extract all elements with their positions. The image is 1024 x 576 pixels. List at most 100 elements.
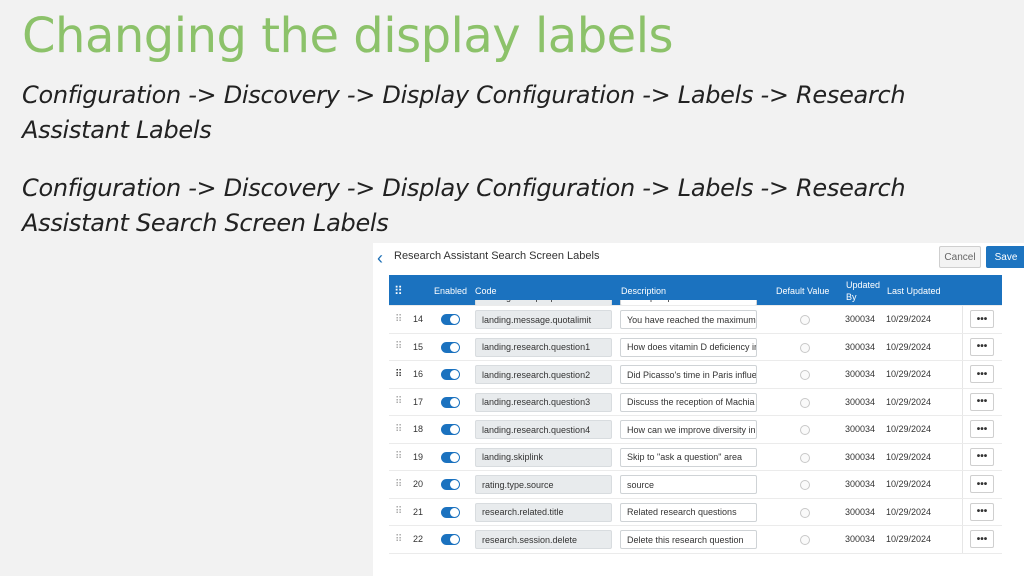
more-actions-button[interactable]: ••• bbox=[970, 365, 994, 383]
drag-handle-icon[interactable]: ⠿ bbox=[395, 444, 402, 471]
column-divider bbox=[962, 361, 963, 388]
last-updated: 10/29/2024 bbox=[886, 534, 932, 545]
updated-by: 300034 bbox=[845, 534, 876, 545]
enabled-toggle[interactable] bbox=[441, 479, 460, 490]
row-number: 16 bbox=[413, 369, 424, 380]
description-input[interactable]: Did Picasso's time in Paris influe bbox=[620, 365, 757, 384]
drag-handle-icon[interactable]: ⠿ bbox=[395, 361, 402, 388]
table-row: ⠿ 17 landing.research.question3 Discuss the… bbox=[389, 388, 1002, 416]
enabled-toggle[interactable] bbox=[441, 451, 460, 463]
last-updated: 10/29/2024 bbox=[886, 451, 932, 462]
row-number: 18 bbox=[413, 424, 424, 435]
last-updated: 10/29/2024 bbox=[886, 341, 932, 352]
more-actions-button[interactable]: ••• bbox=[970, 530, 994, 548]
description-input[interactable]: source bbox=[620, 475, 757, 494]
column-divider bbox=[962, 306, 963, 333]
code-field: landing.research.question4 bbox=[475, 420, 612, 439]
default-value-radio[interactable] bbox=[800, 315, 810, 325]
code-field: landing.skiplink bbox=[475, 447, 612, 467]
description-input[interactable]: Discuss the reception of Machia bbox=[620, 392, 757, 412]
last-updated: 10/29/2024 bbox=[886, 479, 932, 490]
more-actions-button[interactable]: ••• bbox=[970, 310, 994, 328]
description-input[interactable]: How can we improve diversity in bbox=[620, 420, 757, 439]
drag-handle-icon[interactable]: ⠿ bbox=[395, 471, 402, 498]
code-field: landing.research.question1 bbox=[475, 337, 612, 357]
enabled-toggle[interactable] bbox=[441, 369, 460, 380]
column-divider bbox=[962, 333, 963, 360]
more-actions-button[interactable]: ••• bbox=[970, 392, 994, 411]
more-actions-button[interactable]: ••• bbox=[970, 337, 994, 356]
table-row: ⠿ 14 landing.message.quotalimit You have re… bbox=[389, 306, 1002, 334]
row-number: 15 bbox=[413, 341, 424, 352]
last-updated: 10/29/2024 bbox=[886, 506, 932, 517]
column-divider bbox=[962, 416, 963, 443]
save-button[interactable]: Save bbox=[986, 246, 1024, 268]
header-updated-by-line1: Updated bbox=[846, 279, 881, 290]
description-input[interactable]: You have reached the maximum bbox=[620, 310, 757, 329]
enabled-toggle[interactable] bbox=[441, 424, 460, 435]
chevron-left-icon[interactable]: ‹ bbox=[377, 248, 391, 268]
description-input[interactable]: How does vitamin D deficiency in bbox=[620, 337, 757, 357]
default-value-radio[interactable] bbox=[800, 425, 810, 435]
table-row: ⠿ 18 landing.research.question4 How can we … bbox=[389, 416, 1002, 444]
last-updated: 10/29/2024 bbox=[886, 369, 932, 380]
description-input[interactable]: Skip to "ask a question" area bbox=[620, 447, 757, 467]
more-actions-button[interactable]: ••• bbox=[970, 420, 994, 438]
enabled-toggle[interactable] bbox=[441, 314, 460, 325]
enabled-toggle[interactable] bbox=[441, 506, 460, 518]
default-value-radio[interactable] bbox=[800, 507, 810, 518]
table-row: ⠿ 16 landing.research.question2 Did Picasso… bbox=[389, 361, 1002, 389]
code-field: research.related.title bbox=[475, 502, 612, 522]
default-value-radio[interactable] bbox=[800, 342, 810, 353]
description-input[interactable]: Delete this research question bbox=[620, 530, 757, 549]
last-updated: 10/29/2024 bbox=[886, 424, 932, 435]
updated-by: 300034 bbox=[845, 451, 876, 462]
drag-handle-icon[interactable]: ⠿ bbox=[395, 389, 402, 416]
drag-handle-icon[interactable]: ⠿ bbox=[395, 334, 402, 361]
code-field: landing.research.question2 bbox=[475, 365, 612, 384]
table-row: ⠿ 21 research.related.title Related researc… bbox=[389, 498, 1002, 526]
row-number: 19 bbox=[413, 451, 424, 462]
column-divider bbox=[962, 498, 963, 525]
more-actions-button[interactable]: ••• bbox=[970, 502, 994, 521]
description-input[interactable]: Related research questions bbox=[620, 502, 757, 522]
more-actions-button[interactable]: ••• bbox=[970, 447, 994, 466]
last-updated: 10/29/2024 bbox=[886, 396, 932, 407]
default-value-radio[interactable] bbox=[800, 535, 810, 545]
cancel-button[interactable]: Cancel bbox=[939, 246, 981, 268]
enabled-toggle[interactable] bbox=[441, 396, 460, 408]
drag-handle-icon[interactable]: ⠿ bbox=[395, 416, 402, 443]
drag-handle-icon[interactable]: ⠿ bbox=[395, 306, 402, 333]
code-field: research.session.delete bbox=[475, 530, 612, 549]
updated-by: 300034 bbox=[845, 506, 876, 517]
updated-by: 300034 bbox=[845, 369, 876, 380]
updated-by: 300034 bbox=[845, 479, 876, 490]
default-value-radio[interactable] bbox=[800, 370, 810, 380]
table-row: ⠿ 15 landing.research.question1 How does vi… bbox=[389, 333, 1002, 361]
row-number: 17 bbox=[413, 396, 424, 407]
enabled-toggle[interactable] bbox=[441, 341, 460, 353]
row-number: 22 bbox=[413, 534, 424, 545]
updated-by: 300034 bbox=[845, 314, 876, 325]
table-row: ⠿ 19 landing.skiplink Skip to "ask a questi… bbox=[389, 443, 1002, 471]
labels-panel: ‹ Research Assistant Search Screen Label… bbox=[373, 243, 1024, 576]
table-row: ⠿ 22 research.session.delete Delete this re… bbox=[389, 526, 1002, 554]
code-field: landing.message.quotalimit bbox=[475, 310, 612, 329]
slide-title: Changing the display labels bbox=[22, 8, 674, 64]
more-actions-button[interactable]: ••• bbox=[970, 475, 994, 493]
default-value-radio[interactable] bbox=[800, 480, 810, 490]
code-field: rating.type.source bbox=[475, 475, 612, 494]
column-divider bbox=[962, 388, 963, 415]
enabled-toggle[interactable] bbox=[441, 534, 460, 545]
table-row: ⠿ 20 rating.type.source source 300034 10/29/2… bbox=[389, 471, 1002, 499]
drag-handle-icon[interactable]: ⠿ bbox=[395, 526, 402, 553]
updated-by: 300034 bbox=[845, 424, 876, 435]
column-divider bbox=[962, 443, 963, 470]
config-path-2: Configuration -> Discovery -> Display Co… bbox=[22, 174, 906, 237]
drag-handle-icon[interactable]: ⠿ bbox=[395, 499, 402, 526]
default-value-radio[interactable] bbox=[800, 452, 810, 463]
row-number: 20 bbox=[413, 479, 424, 490]
updated-by: 300034 bbox=[845, 396, 876, 407]
code-field: landing.research.question3 bbox=[475, 392, 612, 412]
default-value-radio[interactable] bbox=[800, 397, 810, 408]
